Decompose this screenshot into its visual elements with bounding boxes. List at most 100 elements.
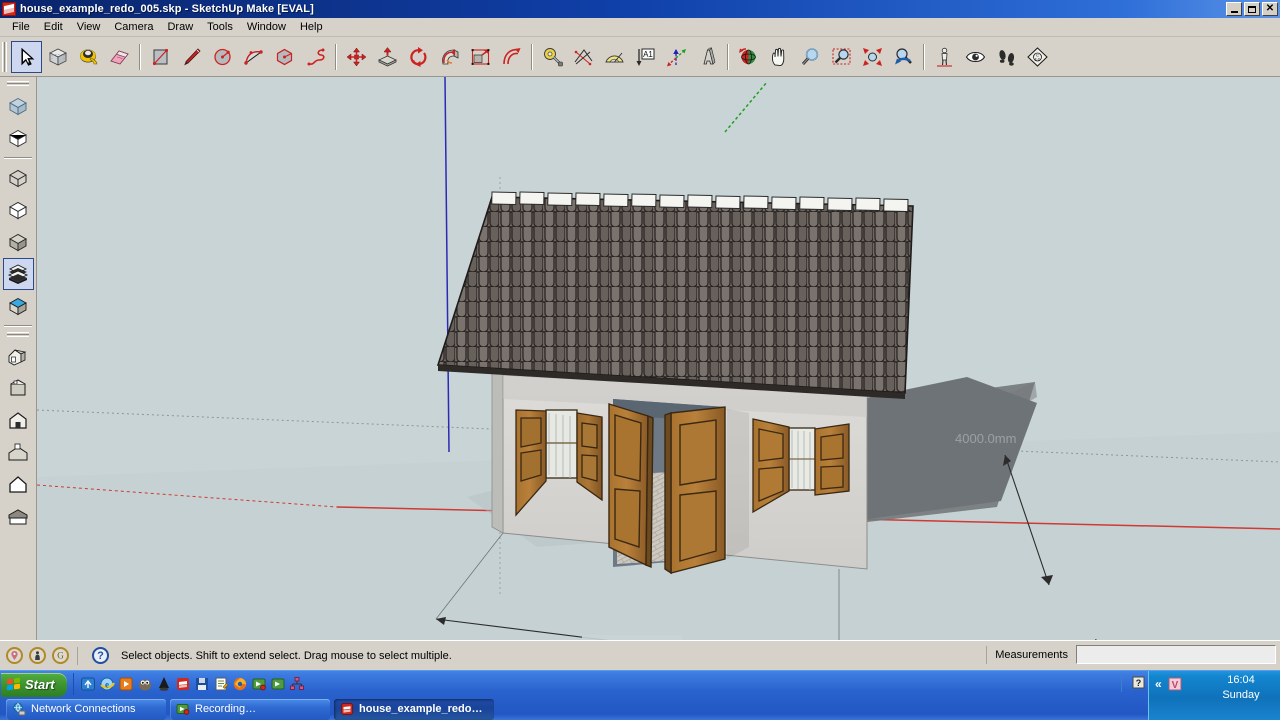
close-button[interactable]: ✕	[1262, 2, 1278, 16]
left-view-icon[interactable]	[3, 501, 34, 533]
pan-hand-icon[interactable]	[764, 41, 795, 73]
left-toolbar-grip[interactable]	[7, 81, 29, 87]
freehand-icon[interactable]	[300, 41, 331, 73]
walk-footsteps-icon[interactable]	[991, 41, 1022, 73]
polygon-icon[interactable]	[269, 41, 300, 73]
tray-help-icon[interactable]: ?	[1131, 675, 1147, 691]
left-toolbar-separator	[4, 325, 32, 327]
screen-capture-icon[interactable]	[270, 676, 286, 692]
menu-window[interactable]: Window	[240, 19, 293, 35]
firefox-icon[interactable]	[232, 676, 248, 692]
offset-icon[interactable]	[496, 41, 527, 73]
show-desktop-icon[interactable]	[80, 676, 96, 692]
gimp-icon[interactable]	[137, 676, 153, 692]
help-question-icon[interactable]: ?	[92, 647, 109, 664]
taskbar-buttons: Network Connections Recording… house_exa…	[0, 697, 1280, 720]
views-toolbar-grip[interactable]	[7, 332, 29, 338]
right-view-icon[interactable]	[3, 437, 34, 469]
monochrome-style-icon[interactable]	[3, 290, 34, 322]
rotate-icon[interactable]	[403, 41, 434, 73]
menu-help[interactable]: Help	[293, 19, 330, 35]
previous-view-icon[interactable]	[888, 41, 919, 73]
shaded-textures-style-icon[interactable]	[3, 258, 34, 290]
hidden-line-style-icon[interactable]	[3, 194, 34, 226]
media-player-icon[interactable]	[118, 676, 134, 692]
protractor-icon[interactable]	[599, 41, 630, 73]
menu-draw[interactable]: Draw	[160, 19, 200, 35]
tray-expand-button[interactable]: «	[1155, 677, 1162, 691]
svg-text:E-D: E-D	[1034, 57, 1040, 61]
start-label: Start	[25, 677, 55, 692]
look-around-eye-icon[interactable]	[960, 41, 991, 73]
move-icon[interactable]	[341, 41, 372, 73]
scale-icon[interactable]	[465, 41, 496, 73]
network-icon[interactable]	[289, 676, 305, 692]
inkscape-icon[interactable]	[156, 676, 172, 692]
eraser-icon[interactable]	[104, 41, 135, 73]
arc-icon[interactable]	[238, 41, 269, 73]
front-view-icon[interactable]	[3, 405, 34, 437]
follow-me-icon[interactable]	[434, 41, 465, 73]
tape-measure-icon[interactable]	[537, 41, 568, 73]
wireframe-style-icon[interactable]	[3, 162, 34, 194]
back-view-icon[interactable]	[3, 469, 34, 501]
volume-v-icon[interactable]: V	[1167, 676, 1183, 692]
zoom-icon[interactable]	[795, 41, 826, 73]
taskbar-button-recording[interactable]: Recording…	[170, 699, 330, 720]
push-pull-icon[interactable]	[372, 41, 403, 73]
status-message: Select objects. Shift to extend select. …	[121, 650, 452, 662]
section-plane-icon[interactable]: CE-D	[1022, 41, 1053, 73]
save-floppy-icon[interactable]	[194, 676, 210, 692]
zoom-extents-icon[interactable]	[857, 41, 888, 73]
main-toolbar: A1	[0, 37, 1280, 77]
axes-icon[interactable]	[661, 41, 692, 73]
styles-views-toolbar	[0, 77, 37, 640]
geo-location-icon[interactable]	[6, 647, 23, 664]
xray-style-icon[interactable]	[3, 90, 34, 122]
make-component-icon[interactable]	[42, 41, 73, 73]
measurements-area: Measurements	[986, 645, 1276, 664]
sketchup-logo-icon	[2, 2, 16, 16]
notepad-icon[interactable]	[213, 676, 229, 692]
minimize-button[interactable]	[1226, 2, 1242, 16]
menu-camera[interactable]: Camera	[107, 19, 160, 35]
menu-tools[interactable]: Tools	[200, 19, 240, 35]
person-credit-icon[interactable]	[29, 647, 46, 664]
svg-text:A1: A1	[643, 50, 653, 59]
sketchup-icon[interactable]	[175, 676, 191, 692]
recorder-icon[interactable]	[251, 676, 267, 692]
iso-view-icon[interactable]	[3, 341, 34, 373]
rectangle-icon[interactable]	[145, 41, 176, 73]
top-view-icon[interactable]	[3, 373, 34, 405]
taskbar-clock[interactable]: 16:04 Sunday	[1210, 673, 1272, 703]
taskbar-button-network-connections[interactable]: Network Connections	[6, 699, 166, 720]
orbit-icon[interactable]	[733, 41, 764, 73]
dimension-icon[interactable]	[568, 41, 599, 73]
menu-edit[interactable]: Edit	[37, 19, 70, 35]
line-pencil-icon[interactable]	[176, 41, 207, 73]
model-viewport[interactable]: 5000.0mm 4000.0mm	[37, 77, 1280, 640]
start-button[interactable]: Start	[1, 673, 67, 697]
toolbar-separator	[139, 44, 141, 70]
internet-explorer-icon[interactable]: e	[99, 676, 115, 692]
restore-button[interactable]	[1244, 2, 1260, 16]
back-edges-style-icon[interactable]	[3, 122, 34, 154]
recorder-icon	[176, 702, 190, 716]
menu-file[interactable]: File	[5, 19, 37, 35]
shaded-style-icon[interactable]	[3, 226, 34, 258]
select-arrow-icon[interactable]	[11, 41, 42, 73]
circle-icon[interactable]	[207, 41, 238, 73]
3d-text-icon[interactable]	[692, 41, 723, 73]
svg-text:G: G	[57, 651, 64, 661]
taskbar-button-sketchup[interactable]: house_example_redo…	[334, 699, 494, 720]
quick-launch-bar: e	[73, 673, 305, 695]
copyright-icon[interactable]: G	[52, 647, 69, 664]
menu-view[interactable]: View	[70, 19, 108, 35]
text-icon[interactable]: A1	[630, 41, 661, 73]
measurements-input[interactable]	[1076, 645, 1276, 664]
taskbar-button-label: house_example_redo…	[359, 703, 483, 715]
toolbar-grip[interactable]	[2, 42, 8, 72]
paint-bucket-icon[interactable]	[73, 41, 104, 73]
position-camera-icon[interactable]	[929, 41, 960, 73]
zoom-window-icon[interactable]	[826, 41, 857, 73]
